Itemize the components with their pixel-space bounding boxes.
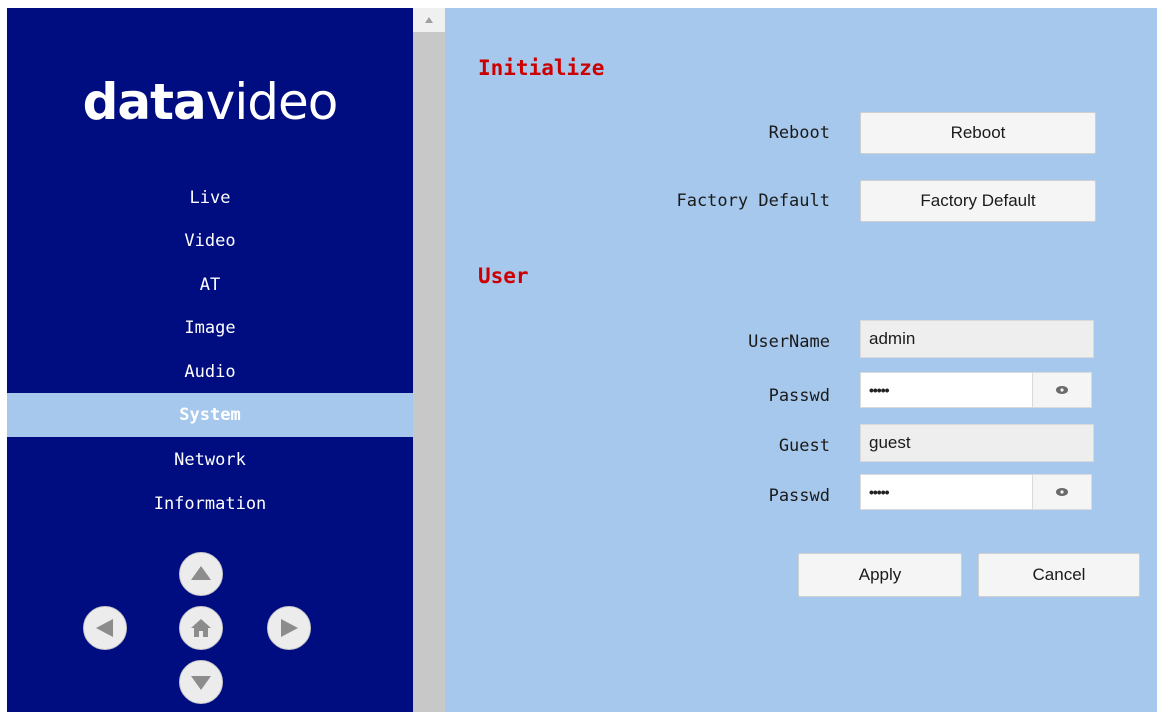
nav-item-audio[interactable]: Audio: [7, 350, 413, 394]
guest-passwd-value: •••••: [869, 484, 889, 500]
logo-bold-text: data: [82, 73, 207, 131]
pan-up-button[interactable]: [179, 552, 223, 596]
nav-item-image[interactable]: Image: [7, 306, 413, 350]
passwd-value: •••••: [869, 382, 889, 398]
factory-default-label: Factory Default: [676, 191, 830, 211]
arrow-down-icon: [191, 676, 211, 690]
sidebar: datavideo Live Video AT Image Audio Syst…: [7, 8, 413, 712]
reboot-label: Reboot: [768, 123, 830, 143]
eye-icon: [1056, 386, 1068, 394]
guest-label: Guest: [778, 436, 830, 456]
initialize-section-title: Initialize: [478, 56, 605, 80]
datavideo-logo: datavideo: [7, 74, 413, 130]
pan-left-button[interactable]: [83, 606, 127, 650]
arrow-up-icon: [191, 566, 211, 580]
guest-passwd-field[interactable]: •••••: [860, 474, 1092, 510]
username-field[interactable]: admin: [860, 320, 1094, 358]
factory-default-button[interactable]: Factory Default: [860, 180, 1096, 222]
apply-button[interactable]: Apply: [798, 553, 962, 597]
guest-field[interactable]: guest: [860, 424, 1094, 462]
username-label: UserName: [748, 332, 830, 352]
show-guest-passwd-button[interactable]: [1032, 475, 1091, 509]
nav-item-network[interactable]: Network: [7, 438, 413, 482]
show-passwd-button[interactable]: [1032, 373, 1091, 407]
scroll-up-button[interactable]: [413, 8, 445, 32]
pan-right-button[interactable]: [267, 606, 311, 650]
arrow-left-icon: [96, 619, 113, 637]
home-icon: [191, 619, 211, 637]
sidebar-scrollbar[interactable]: [413, 8, 445, 712]
system-settings-panel: Initialize Reboot Reboot Factory Default…: [445, 8, 1157, 712]
nav-item-at[interactable]: AT: [7, 263, 413, 307]
nav-item-information[interactable]: Information: [7, 482, 413, 526]
passwd-field[interactable]: •••••: [860, 372, 1092, 408]
nav-item-live[interactable]: Live: [7, 176, 413, 220]
logo-light-text: video: [205, 73, 339, 131]
passwd-label: Passwd: [768, 386, 830, 406]
cancel-button[interactable]: Cancel: [978, 553, 1140, 597]
eye-icon: [1056, 488, 1068, 496]
guest-passwd-label: Passwd: [768, 486, 830, 506]
scroll-up-arrow-icon: [425, 17, 433, 23]
user-section-title: User: [478, 264, 529, 288]
nav-item-system[interactable]: System: [7, 393, 413, 437]
reboot-button[interactable]: Reboot: [860, 112, 1096, 154]
nav-item-video[interactable]: Video: [7, 219, 413, 263]
home-position-button[interactable]: [179, 606, 223, 650]
pan-down-button[interactable]: [179, 660, 223, 704]
arrow-right-icon: [281, 619, 298, 637]
